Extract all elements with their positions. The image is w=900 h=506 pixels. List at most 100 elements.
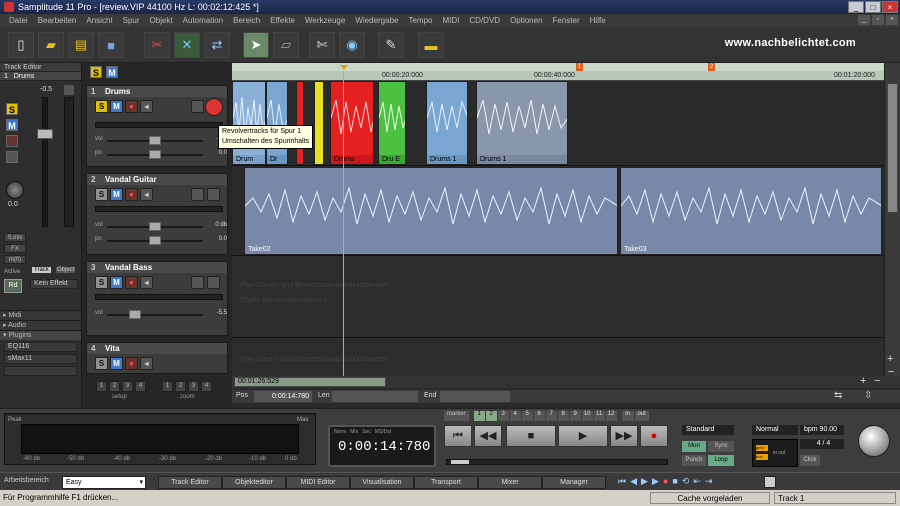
menu-cddvd[interactable]: CD/DVD xyxy=(464,16,505,25)
track-1-vol-fader[interactable]: vol-0.5 xyxy=(95,136,229,145)
clip-drum-2[interactable]: Dr xyxy=(266,81,288,165)
hardware-button[interactable]: ▬ xyxy=(418,32,444,58)
close-button[interactable]: × xyxy=(882,1,898,13)
track-4-record-button[interactable]: ● xyxy=(125,357,138,370)
track-3-vol-fader[interactable]: vol -5.5 xyxy=(95,310,229,319)
menu-optionen[interactable]: Optionen xyxy=(505,16,547,25)
mdi-restore-button[interactable]: ▫ xyxy=(872,15,884,25)
track-4-monitor-button[interactable]: ◂ xyxy=(140,357,153,370)
plugin-slot-3[interactable] xyxy=(4,366,77,376)
track-2-pan-fader[interactable]: pn 0.0 xyxy=(95,236,229,245)
clip-take02[interactable]: Take02 xyxy=(244,167,618,255)
time-format-msdst[interactable]: MS/Dst xyxy=(375,429,391,435)
clip-red-small[interactable] xyxy=(296,81,304,165)
time-format-min[interactable]: Min xyxy=(350,429,358,435)
save-button[interactable]: ■ xyxy=(98,32,124,58)
marker-button[interactable]: 10 xyxy=(581,411,593,421)
len-value[interactable] xyxy=(332,391,418,402)
track-1-monitor-button[interactable]: ◂ xyxy=(140,100,153,113)
menu-werkzeuge[interactable]: Werkzeuge xyxy=(300,16,350,25)
track-2-vol-fader[interactable]: vol 0 db xyxy=(95,222,229,231)
mini-play-icon[interactable]: ▶ xyxy=(641,476,648,487)
mini-rewind-icon[interactable]: ◀ xyxy=(630,476,637,487)
zoom-tool-button[interactable]: ◉ xyxy=(339,32,365,58)
menu-objekt[interactable]: Objekt xyxy=(145,16,178,25)
marker-button[interactable]: 8 xyxy=(557,411,569,421)
marker-button[interactable]: 4 xyxy=(509,411,521,421)
track-editor-lock-button[interactable] xyxy=(6,151,18,163)
track-3-settings-button[interactable] xyxy=(207,276,220,289)
menu-datei[interactable]: Datei xyxy=(4,16,33,25)
track-3-record-button[interactable]: ● xyxy=(125,276,138,289)
tab-object[interactable]: Object xyxy=(56,267,76,273)
menu-bearbeiten[interactable]: Bearbeiten xyxy=(33,16,82,25)
menu-tempo[interactable]: Tempo xyxy=(403,16,437,25)
track-1-record-button[interactable]: ● xyxy=(125,100,138,113)
track-2-lock-button[interactable] xyxy=(191,188,204,201)
track-editor-fader[interactable] xyxy=(42,97,48,227)
menu-midi[interactable]: MIDI xyxy=(438,16,465,25)
track-editor-solo-button[interactable]: S xyxy=(6,103,18,115)
shuffle-button[interactable]: ⇄ xyxy=(204,32,230,58)
tab-mixer[interactable]: Mixer xyxy=(478,476,542,489)
track-2-solo-button[interactable]: S xyxy=(95,188,108,201)
track-2-mute-button[interactable]: M xyxy=(110,188,123,201)
marker-1[interactable]: 1 xyxy=(576,63,583,71)
mini-in-icon[interactable]: ⇤ xyxy=(693,476,701,487)
track-2-name[interactable]: Vandal Guitar xyxy=(105,175,157,184)
track-3-name[interactable]: Vandal Bass xyxy=(105,263,152,272)
mini-forward-icon[interactable]: ▶ xyxy=(652,476,659,487)
marker-button[interactable]: 7 xyxy=(545,411,557,421)
clip-drums-1b[interactable]: Drums 1 xyxy=(476,81,568,165)
track-4-mute-button[interactable]: M xyxy=(110,357,123,370)
setup-1-button[interactable]: 1 xyxy=(96,381,107,392)
bpm-field[interactable]: bpm 90.00 xyxy=(800,425,844,435)
fast-forward-button[interactable]: ▶▶ xyxy=(610,425,638,447)
track-1-mute-button[interactable]: M xyxy=(110,100,123,113)
open-audio-button[interactable]: ▤ xyxy=(68,32,94,58)
pointer-tool-button[interactable]: ➤ xyxy=(243,32,269,58)
setup-4-button[interactable]: 4 xyxy=(135,381,146,392)
clip-dru-e[interactable]: Dru E xyxy=(378,81,406,165)
jog-wheel[interactable] xyxy=(858,425,890,457)
sync-button[interactable]: Sync xyxy=(708,441,734,452)
stop-button[interactable]: ■ xyxy=(506,425,556,447)
track-4-solo-button[interactable]: S xyxy=(95,357,108,370)
workspace-dropdown[interactable]: Easy ▾ xyxy=(62,476,146,489)
section-audio[interactable]: ▸ Audio xyxy=(0,320,81,330)
setup-2-button[interactable]: 2 xyxy=(109,381,120,392)
marker-button[interactable]: 2 xyxy=(485,411,497,421)
marker-2[interactable]: 2 xyxy=(708,63,715,71)
mini-out-icon[interactable]: ⇥ xyxy=(705,476,713,487)
menu-ansicht[interactable]: Ansicht xyxy=(81,16,117,25)
mode-dropdown[interactable]: Standard xyxy=(682,425,734,435)
tab-midi-editor[interactable]: MIDI Editor xyxy=(286,476,350,489)
global-solo-button[interactable]: S xyxy=(90,66,102,78)
time-format-sec[interactable]: Sec xyxy=(362,429,371,435)
position-slider[interactable] xyxy=(446,459,668,465)
mini-loop-icon[interactable]: ⟲ xyxy=(682,476,690,487)
time-ruler[interactable]: 1 2 00:00:20:000 00:00:40:000 00:01:20:0… xyxy=(232,63,884,81)
minimize-button[interactable]: _ xyxy=(848,1,864,13)
clip-drums-red[interactable]: Drums xyxy=(330,81,374,165)
menu-effekte[interactable]: Effekte xyxy=(265,16,300,25)
marker-button[interactable]: 12 xyxy=(605,411,617,421)
crossfade-button[interactable]: ✕ xyxy=(174,32,200,58)
scissors-tool-button[interactable]: ✄ xyxy=(309,32,335,58)
rewind-to-start-button[interactable]: ⏮ xyxy=(444,425,472,447)
revolver-track-button[interactable] xyxy=(205,98,223,116)
effect-dropdown[interactable]: Kein Effekt xyxy=(30,279,78,289)
fit-height-icon[interactable]: ⇳ xyxy=(864,390,872,401)
track-1[interactable]: 1Drums S M ● ◂ vol-0.5 pn0.0 xyxy=(86,85,228,167)
zoom-4-button[interactable]: 4 xyxy=(201,381,212,392)
track-2[interactable]: 2 Vandal Guitar S M ● ◂ vol 0 db pn 0.0 xyxy=(86,173,228,255)
smix-button[interactable]: S.mix xyxy=(4,233,26,242)
tab-manager[interactable]: Manager xyxy=(542,476,606,489)
menu-wiedergabe[interactable]: Wiedergabe xyxy=(350,16,403,25)
clip-drums-1a[interactable]: Drums 1 xyxy=(426,81,468,165)
section-plugins[interactable]: ▾ Plugins xyxy=(0,330,81,340)
marker-button[interactable]: 9 xyxy=(569,411,581,421)
track-editor-meter-button[interactable] xyxy=(64,85,74,95)
zoom-1-button[interactable]: 1 xyxy=(162,381,173,392)
pos-value[interactable]: 0:00:14:780 xyxy=(254,391,312,402)
